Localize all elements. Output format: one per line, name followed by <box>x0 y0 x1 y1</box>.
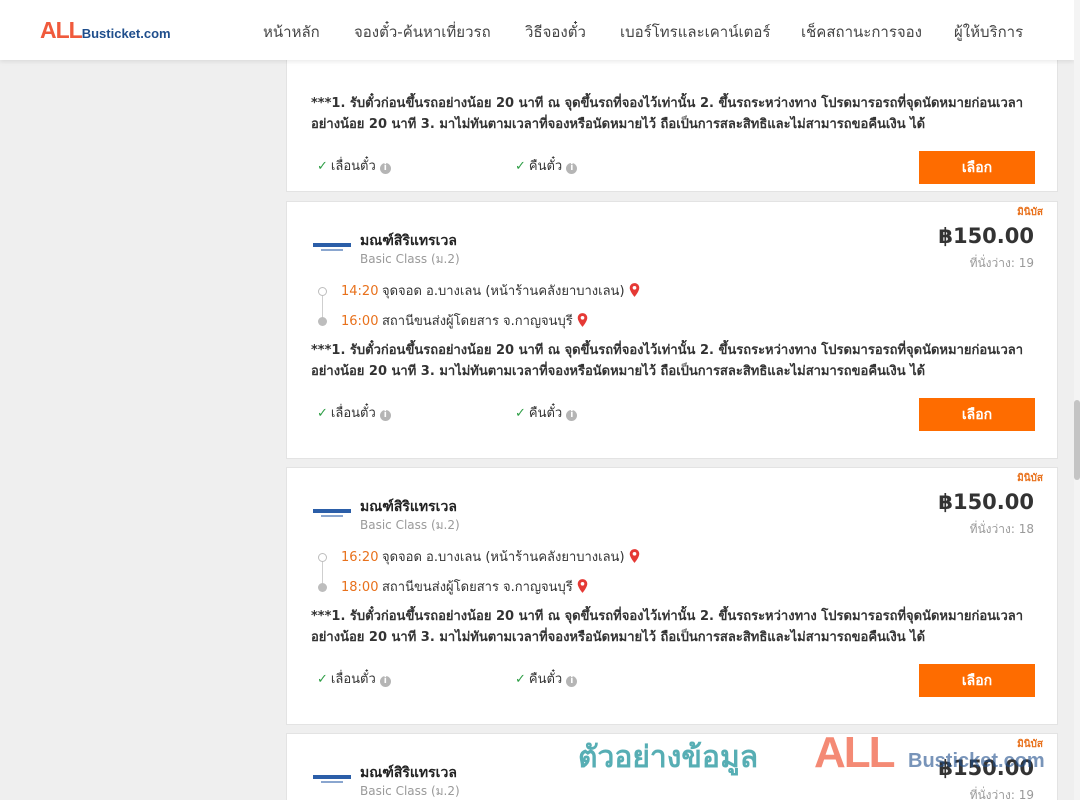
check-icon: ✓ <box>515 159 526 174</box>
arrival-dot <box>318 317 327 326</box>
departure-row: 14:20 จุดจอด อ.บางเลน (หน้าร้านคลังยาบางเ… <box>341 280 640 300</box>
arrival-row: 16:00 สถานีขนส่งผู้โดยสาร จ.กาญจนบุรี <box>341 310 588 330</box>
select-trip-button[interactable]: เลือก <box>919 151 1035 184</box>
operator-logo <box>313 509 351 517</box>
nav-how-to-book[interactable]: วิธีจองตั๋ว <box>525 20 586 44</box>
map-pin-icon[interactable] <box>629 548 640 564</box>
arrival-row: 18:00 สถานีขนส่งผู้โดยสาร จ.กาญจนบุรี <box>341 576 588 596</box>
trip-card: มินิบัส มณฑ์สิริแทรเวล Basic Class (ม.2)… <box>286 201 1058 459</box>
departure-dot <box>318 287 327 296</box>
change-ticket-label: เลื่อนตั๋ว <box>330 406 376 421</box>
departure-place: จุดจอด อ.บางเลน (หน้าร้านคลังยาบางเลน) <box>382 550 625 565</box>
operator-name: มณฑ์สิริแทรเวล <box>360 233 457 249</box>
departure-place: จุดจอด อ.บางเลน (หน้าร้านคลังยาบางเลน) <box>382 284 625 299</box>
seats-available: ที่นั่งว่าง: 19 <box>969 788 1034 800</box>
refund-ticket-label: คืนตั๋ว <box>528 159 563 174</box>
map-pin-icon[interactable] <box>577 578 588 594</box>
info-icon[interactable]: i <box>566 676 578 687</box>
trip-note: ***1. รับตั๋วก่อนขึ้นรถอย่างน้อย 20 นาที… <box>311 96 1024 132</box>
info-icon[interactable]: i <box>379 676 391 687</box>
nav-phone-counter[interactable]: เบอร์โทรและเคาน์เตอร์ <box>620 20 770 44</box>
nav-operators[interactable]: ผู้ให้บริการ <box>954 20 1023 44</box>
refund-ticket-feature: ✓ คืนตั๋ว i <box>515 155 578 176</box>
select-trip-button[interactable]: เลือก <box>919 398 1035 431</box>
refund-ticket-feature: ✓ คืนตั๋ว i <box>515 668 578 689</box>
refund-ticket-label: คืนตั๋ว <box>528 672 563 687</box>
info-icon[interactable]: i <box>566 410 578 421</box>
nav-check-status[interactable]: เช็คสถานะการจอง <box>801 20 922 44</box>
info-icon[interactable]: i <box>379 163 391 174</box>
check-icon: ✓ <box>515 672 526 687</box>
refund-ticket-feature: ✓ คืนตั๋ว i <box>515 402 578 423</box>
trip-card: มินิบัส มณฑ์สิริแทรเวล Basic Class (ม.2)… <box>286 467 1058 725</box>
logo-busticket-text: Busticket.com <box>81 26 171 41</box>
vehicle-type-badge: มินิบัส <box>1017 473 1043 484</box>
scrollbar-thumb[interactable] <box>1074 400 1080 480</box>
arrival-place: สถานีขนส่งผู้โดยสาร จ.กาญจนบุรี <box>382 580 573 595</box>
ticket-price: ฿150.00 <box>938 490 1034 514</box>
vehicle-class: Basic Class (ม.2) <box>360 518 460 532</box>
check-icon: ✓ <box>317 406 328 421</box>
site-logo[interactable]: ALLBusticket.com <box>40 17 171 44</box>
seats-available: ที่นั่งว่าง: 19 <box>969 256 1034 270</box>
operator-logo <box>313 775 351 783</box>
seats-available: ที่นั่งว่าง: 18 <box>969 522 1034 536</box>
vehicle-type-badge: มินิบัส <box>1017 207 1043 218</box>
arrival-time: 16:00 <box>341 314 379 329</box>
ticket-price: ฿150.00 <box>938 224 1034 248</box>
departure-dot <box>318 553 327 562</box>
vehicle-class: Basic Class (ม.2) <box>360 784 460 798</box>
trip-note: ***1. รับตั๋วก่อนขึ้นรถอย่างน้อย 20 นาที… <box>311 609 1024 645</box>
operator-logo <box>313 243 351 251</box>
logo-all-text: ALL <box>40 17 83 43</box>
nav-home[interactable]: หน้าหลัก <box>263 20 320 44</box>
vehicle-class: Basic Class (ม.2) <box>360 252 460 266</box>
operator-name: มณฑ์สิริแทรเวล <box>360 499 457 515</box>
nav-book-search[interactable]: จองตั๋ว-ค้นหาเที่ยวรถ <box>354 20 491 44</box>
change-ticket-label: เลื่อนตั๋ว <box>330 672 376 687</box>
watermark-logo-all: ALL <box>814 728 896 777</box>
departure-time: 14:20 <box>341 284 379 299</box>
map-pin-icon[interactable] <box>577 312 588 328</box>
arrival-dot <box>318 583 327 592</box>
map-pin-icon[interactable] <box>629 282 640 298</box>
arrival-place: สถานีขนส่งผู้โดยสาร จ.กาญจนบุรี <box>382 314 573 329</box>
check-icon: ✓ <box>317 159 328 174</box>
info-icon[interactable]: i <box>566 163 578 174</box>
watermark-text: ตัวอย่างข้อมูล <box>578 740 759 775</box>
check-icon: ✓ <box>317 672 328 687</box>
arrival-time: 18:00 <box>341 580 379 595</box>
change-ticket-feature: ✓ เลื่อนตั๋ว i <box>317 668 391 689</box>
departure-row: 16:20 จุดจอด อ.บางเลน (หน้าร้านคลังยาบางเ… <box>341 546 640 566</box>
change-ticket-label: เลื่อนตั๋ว <box>330 159 376 174</box>
departure-time: 16:20 <box>341 550 379 565</box>
watermark-logo-busticket: Busticket.com <box>908 750 1045 772</box>
refund-ticket-label: คืนตั๋ว <box>528 406 563 421</box>
operator-name: มณฑ์สิริแทรเวล <box>360 765 457 781</box>
change-ticket-feature: ✓ เลื่อนตั๋ว i <box>317 402 391 423</box>
check-icon: ✓ <box>515 406 526 421</box>
change-ticket-feature: ✓ เลื่อนตั๋ว i <box>317 155 391 176</box>
page-scrollbar[interactable] <box>1074 0 1080 800</box>
trip-note: ***1. รับตั๋วก่อนขึ้นรถอย่างน้อย 20 นาที… <box>311 343 1024 379</box>
select-trip-button[interactable]: เลือก <box>919 664 1035 697</box>
top-navbar: ALLBusticket.com หน้าหลัก จองตั๋ว-ค้นหาเ… <box>0 0 1074 60</box>
info-icon[interactable]: i <box>379 410 391 421</box>
